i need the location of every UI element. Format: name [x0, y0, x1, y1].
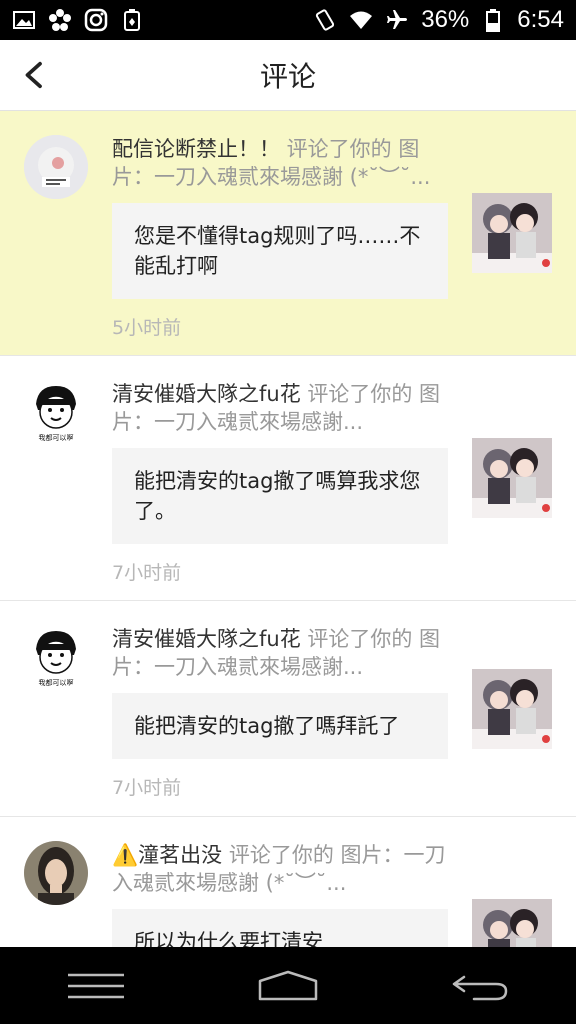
app-bar: 评论: [0, 40, 576, 111]
flower-icon: [48, 8, 72, 32]
menu-icon: [68, 973, 124, 998]
avatar[interactable]: 我都可以啊: [24, 380, 88, 444]
notification-content: 清安催婚大隊之fu花 评论了你的 图片：一刀入魂贰來場感謝... 能把清安的ta…: [112, 625, 448, 800]
home-button[interactable]: [248, 961, 328, 1011]
avatar[interactable]: [24, 135, 88, 199]
battery-icon: [481, 8, 505, 32]
timestamp: 7小时前: [112, 777, 182, 799]
timestamp: 5小时前: [112, 317, 182, 339]
battery-percent: 36%: [421, 6, 470, 33]
battery-saver-icon: [120, 8, 144, 32]
back-button[interactable]: [18, 58, 52, 92]
notification-item[interactable]: 我都可以啊 清安催婚大隊之fu花 评论了你的 图片：一刀入魂贰來場感謝... 能…: [0, 601, 576, 817]
photo-thumbnail[interactable]: [472, 193, 552, 273]
status-bar: 36% 6:54: [0, 0, 576, 40]
avatar[interactable]: 我都可以啊: [24, 625, 88, 689]
status-right: 36% 6:54: [313, 6, 564, 34]
clock: 6:54: [517, 6, 564, 33]
vibrate-icon: [313, 8, 337, 32]
status-left: [12, 8, 144, 32]
chevron-left-icon: [25, 61, 42, 89]
notification-content: ⚠️潼茗出没 评论了你的 图片：一刀入魂贰來場感謝 (*˘︶˘... 所以为什么…: [112, 841, 448, 947]
comment-list[interactable]: 配信论断禁止！！ 评论了你的 图片：一刀入魂贰來場感謝 (*˘︶˘... 您是不…: [0, 111, 576, 947]
comment-text: 您是不懂得tag规则了吗……不能乱打啊: [112, 203, 448, 299]
notification-headline: 清安催婚大隊之fu花 评论了你的 图片：一刀入魂贰來場感謝...: [112, 625, 448, 681]
user-name[interactable]: 配信论断禁止！！: [112, 137, 280, 161]
notification-item[interactable]: 配信论断禁止！！ 评论了你的 图片：一刀入魂贰來場感謝 (*˘︶˘... 您是不…: [0, 111, 576, 356]
wifi-icon: [349, 8, 373, 32]
gallery-icon: [12, 8, 36, 32]
photo-thumbnail[interactable]: [472, 899, 552, 947]
notification-headline: 配信论断禁止！！ 评论了你的 图片：一刀入魂贰來場感謝 (*˘︶˘...: [112, 135, 448, 191]
comment-text: 能把清安的tag撤了嗎拜託了: [112, 693, 448, 759]
comment-text: 能把清安的tag撤了嗎算我求您了。: [112, 448, 448, 544]
airplane-icon: [385, 8, 409, 32]
back-arrow-icon: [452, 975, 508, 1000]
notification-content: 清安催婚大隊之fu花 评论了你的 图片：一刀入魂贰來場感謝... 能把清安的ta…: [112, 380, 448, 585]
back-nav-button[interactable]: [440, 961, 520, 1011]
notification-item[interactable]: 我都可以啊 清安催婚大隊之fu花 评论了你的 图片：一刀入魂贰來場感謝... 能…: [0, 356, 576, 601]
comment-text: 所以为什么要打清安: [112, 909, 448, 947]
timestamp: 7小时前: [112, 562, 182, 584]
notification-headline: 清安催婚大隊之fu花 评论了你的 图片：一刀入魂贰來場感謝...: [112, 380, 448, 436]
page-title: 评论: [259, 60, 316, 93]
svg-text:我都可以啊: 我都可以啊: [39, 678, 74, 687]
user-name[interactable]: 清安催婚大隊之fu花: [112, 627, 301, 651]
notification-content: 配信论断禁止！！ 评论了你的 图片：一刀入魂贰來場感謝 (*˘︶˘... 您是不…: [112, 135, 448, 340]
notification-item[interactable]: ⚠️潼茗出没 评论了你的 图片：一刀入魂贰來場感謝 (*˘︶˘... 所以为什么…: [0, 817, 576, 947]
avatar[interactable]: [24, 841, 88, 905]
photo-thumbnail[interactable]: [472, 669, 552, 749]
svg-text:我都可以啊: 我都可以啊: [39, 433, 74, 442]
user-name[interactable]: 清安催婚大隊之fu花: [112, 382, 301, 406]
notification-headline: ⚠️潼茗出没 评论了你的 图片：一刀入魂贰來場感謝 (*˘︶˘...: [112, 841, 448, 897]
home-icon: [258, 970, 318, 1000]
photo-thumbnail[interactable]: [472, 438, 552, 518]
system-nav-bar: [0, 947, 576, 1024]
menu-button[interactable]: [56, 961, 136, 1011]
instagram-icon: [84, 8, 108, 32]
user-name[interactable]: ⚠️潼茗出没: [112, 843, 222, 867]
